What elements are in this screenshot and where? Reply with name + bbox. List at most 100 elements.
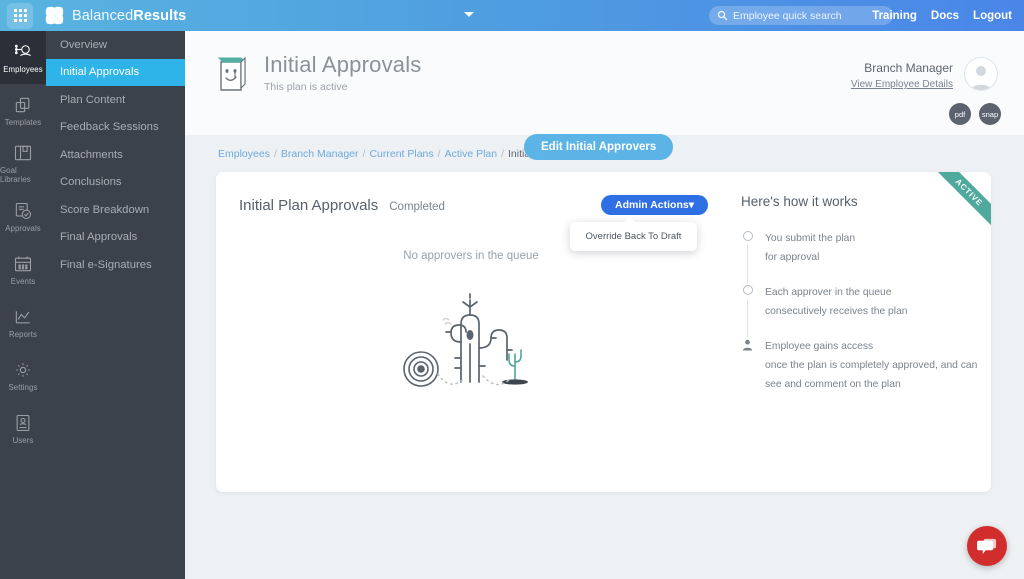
- brand-name-light: Balanced: [72, 7, 134, 24]
- training-link[interactable]: Training: [872, 10, 917, 22]
- admin-actions-label: Admin Actions: [615, 199, 689, 211]
- apps-grid-icon: [13, 9, 27, 22]
- top-header-bar: BalancedResults Training Docs Logout: [0, 0, 1024, 31]
- empty-state: No approvers in the queue: [216, 250, 726, 397]
- sidebar-item-final-approvals[interactable]: Final Approvals: [46, 224, 185, 252]
- rail-label: Employees: [3, 64, 43, 74]
- gear-icon: [16, 362, 30, 377]
- rail-item-employees[interactable]: Employees: [0, 31, 46, 84]
- search-input[interactable]: [733, 9, 883, 22]
- how-it-works-step: Employee gains access once the plan is c…: [741, 337, 981, 410]
- smiley-document-icon: [214, 53, 250, 93]
- avatar[interactable]: [964, 57, 998, 91]
- docs-link[interactable]: Docs: [931, 10, 959, 22]
- breadcrumb-current-plans[interactable]: Current Plans: [369, 148, 433, 160]
- rail-item-events[interactable]: Events: [0, 243, 46, 296]
- admin-actions-wrapper: Admin Actions▾ Override Back To Draft: [570, 195, 708, 251]
- card-title-row: Initial Plan Approvals Completed: [239, 197, 445, 214]
- step-line-1: You submit the plan: [765, 233, 856, 244]
- user-name: Branch Manager: [864, 61, 953, 75]
- chat-widget-button[interactable]: [967, 526, 1007, 566]
- sidebar-item-initial-approvals[interactable]: Initial Approvals: [46, 58, 185, 86]
- step-text: Employee gains access once the plan is c…: [765, 337, 977, 394]
- primary-nav-rail: Employees Templates Goal Libraries Appro…: [0, 31, 46, 579]
- avatar-icon: [971, 66, 991, 90]
- breadcrumb-employees[interactable]: Employees: [218, 148, 270, 160]
- step-text: Each approver in the queue consecutively…: [765, 283, 908, 321]
- logout-link[interactable]: Logout: [973, 10, 1012, 22]
- breadcrumb-separator: /: [273, 148, 277, 160]
- reports-chart-icon: [15, 310, 30, 323]
- templates-icon: [15, 97, 30, 112]
- butterfly-logo-icon: [44, 5, 65, 26]
- rail-item-templates[interactable]: Templates: [0, 84, 46, 137]
- how-it-works-heading: Here's how it works: [741, 194, 858, 209]
- how-it-works-panel: Here's how it works You submit the plan …: [741, 194, 981, 410]
- snap-export-button[interactable]: snap: [979, 103, 1001, 125]
- step-line-1: Each approver in the queue: [765, 287, 892, 299]
- export-buttons: pdf snap: [949, 103, 1001, 125]
- secondary-sidebar: Overview Initial Approvals Plan Content …: [46, 31, 185, 579]
- page-subtitle: This plan is active: [264, 81, 348, 93]
- view-employee-details-link[interactable]: View Employee Details: [851, 79, 953, 90]
- user-block: Branch Manager View Employee Details: [851, 57, 998, 91]
- rail-label: Users: [12, 435, 34, 445]
- rail-label: Templates: [4, 117, 42, 127]
- sidebar-item-plan-content[interactable]: Plan Content: [46, 86, 185, 114]
- page-header: Initial Approvals This plan is active Br…: [185, 31, 1024, 135]
- sidebar-item-conclusions[interactable]: Conclusions: [46, 169, 185, 197]
- events-calendar-icon: [14, 256, 32, 271]
- step-line-2: for approval: [765, 252, 820, 264]
- goal-libraries-icon: [14, 145, 32, 161]
- admin-actions-menu: Override Back To Draft: [570, 217, 697, 251]
- edit-initial-approvers-button[interactable]: Edit Initial Approvers: [524, 134, 674, 160]
- employees-icon: [14, 44, 31, 56]
- caret-down-icon: ▾: [688, 199, 694, 211]
- step-line-2: once the plan is completely approved, an…: [765, 360, 978, 372]
- search-box[interactable]: [709, 6, 893, 25]
- pdf-export-button[interactable]: pdf: [949, 103, 971, 125]
- chevron-down-icon[interactable]: [464, 12, 474, 17]
- user-meta: Branch Manager View Employee Details: [851, 57, 953, 90]
- approvals-icon: [15, 202, 32, 219]
- sidebar-item-feedback-sessions[interactable]: Feedback Sessions: [46, 114, 185, 142]
- person-icon: [741, 337, 754, 394]
- page-title-block: Initial Approvals This plan is active: [264, 52, 422, 93]
- header-links: Training Docs Logout: [872, 0, 1012, 31]
- rail-label: Goal Libraries: [0, 166, 31, 184]
- admin-actions-button[interactable]: Admin Actions▾: [601, 195, 708, 215]
- brand-name: BalancedResults: [72, 8, 186, 24]
- desert-cactus-illustration: [216, 272, 726, 397]
- how-it-works-step: Each approver in the queue consecutively…: [741, 283, 981, 338]
- rail-label: Settings: [8, 382, 38, 392]
- rail-item-approvals[interactable]: Approvals: [0, 190, 46, 243]
- sidebar-item-attachments[interactable]: Attachments: [46, 141, 185, 169]
- sidebar-item-score-breakdown[interactable]: Score Breakdown: [46, 196, 185, 224]
- card-title: Initial Plan Approvals: [239, 197, 379, 214]
- step-connector: [747, 299, 748, 338]
- breadcrumb-active-plan[interactable]: Active Plan: [445, 148, 498, 160]
- rail-item-users[interactable]: Users: [0, 402, 46, 455]
- breadcrumb-separator: /: [437, 148, 441, 160]
- rail-item-reports[interactable]: Reports: [0, 296, 46, 349]
- rail-label: Reports: [8, 329, 37, 339]
- main-content: Initial Approvals This plan is active Br…: [185, 31, 1024, 579]
- sidebar-item-final-esignatures[interactable]: Final e-Signatures: [46, 251, 185, 279]
- empty-state-message: No approvers in the queue: [403, 250, 539, 262]
- apps-grid-button[interactable]: [7, 2, 33, 29]
- rail-label: Approvals: [5, 223, 41, 233]
- chat-bubbles-icon: [976, 538, 996, 554]
- menu-item-override-back-to-draft[interactable]: Override Back To Draft: [570, 231, 697, 242]
- rail-item-settings[interactable]: Settings: [0, 349, 46, 402]
- breadcrumb-branch-manager[interactable]: Branch Manager: [281, 148, 359, 160]
- step-line-1: Employee gains access: [765, 341, 874, 353]
- brand-logo[interactable]: BalancedResults: [44, 5, 186, 26]
- rail-label: Events: [10, 276, 36, 286]
- how-it-works-step: You submit the plan for approval: [741, 229, 981, 284]
- breadcrumb-separator: /: [362, 148, 366, 160]
- breadcrumb-separator: /: [501, 148, 505, 160]
- step-connector: [747, 245, 748, 284]
- sidebar-item-overview[interactable]: Overview: [46, 31, 185, 59]
- page-title: Initial Approvals: [264, 52, 422, 77]
- rail-item-goal-libraries[interactable]: Goal Libraries: [0, 137, 46, 190]
